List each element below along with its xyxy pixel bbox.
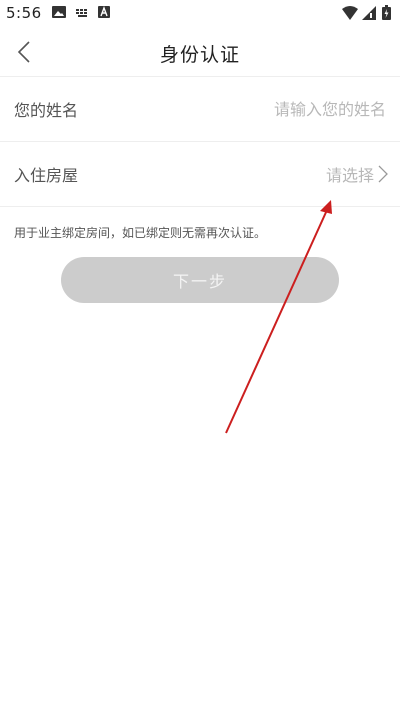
annotation-arrow-shaft: [225, 209, 328, 434]
keyboard-icon: [76, 9, 87, 17]
status-time: 5:56: [6, 4, 42, 22]
house-placeholder: 请选择: [325, 166, 374, 185]
signal-icon: [362, 6, 376, 20]
status-bar: 5:56: [0, 0, 400, 28]
name-row: 您的姓名: [0, 77, 400, 142]
battery-icon: [382, 5, 391, 20]
hint-text: 用于业主绑定房间，如已绑定则无需再次认证。: [14, 226, 267, 240]
page-title: 身份认证: [159, 44, 240, 66]
house-label: 入住房屋: [14, 166, 79, 185]
wifi-icon: [342, 6, 358, 20]
name-label: 您的姓名: [14, 101, 79, 120]
photo-icon: [52, 6, 66, 18]
screen: 5:56 身份认证 您的姓名 请输入您的姓名 入住房屋 请选择 用于业主绑定房间…: [0, 0, 400, 711]
next-button[interactable]: 下一步: [61, 257, 339, 303]
house-row[interactable]: 入住房屋 请选择: [0, 142, 400, 207]
a-icon: [98, 6, 110, 18]
house-selector[interactable]: 请选择: [326, 160, 388, 188]
name-input[interactable]: [166, 93, 386, 125]
nav-bar: 身份认证: [0, 28, 400, 77]
chevron-right-icon: [378, 165, 388, 183]
